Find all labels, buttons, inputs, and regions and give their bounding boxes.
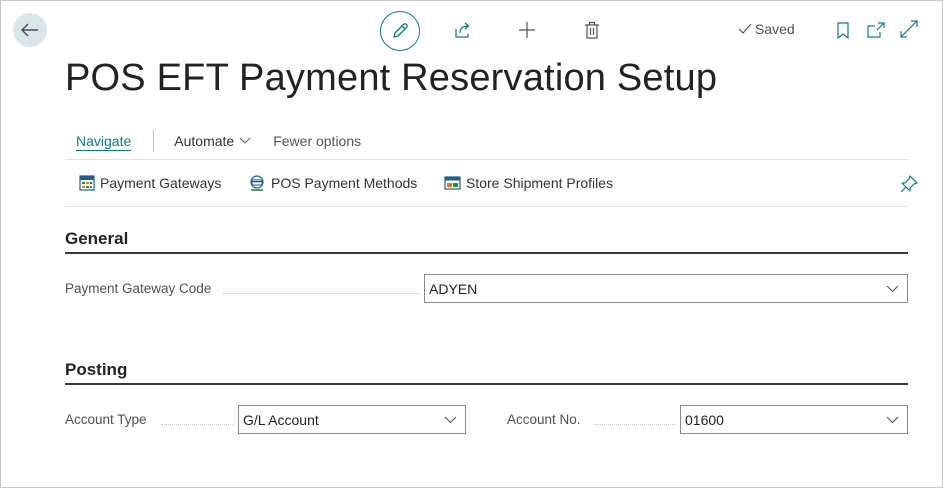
- payment-gateway-code-label: Payment Gateway Code: [65, 281, 212, 296]
- action-label: Store Shipment Profiles: [466, 175, 614, 191]
- page-title: POS EFT Payment Reservation Setup: [65, 57, 718, 99]
- saved-status: Saved: [738, 21, 795, 37]
- bookmark-button[interactable]: [835, 19, 851, 41]
- action-pos-payment-methods[interactable]: POS Payment Methods: [248, 175, 417, 191]
- share-button[interactable]: [451, 18, 475, 42]
- menu-fewer-options[interactable]: Fewer options: [273, 133, 361, 149]
- action-store-shipment-profiles[interactable]: Store Shipment Profiles: [444, 175, 613, 191]
- plus-icon: [519, 22, 535, 38]
- leader-dots: [595, 424, 675, 425]
- menu-navigate[interactable]: Navigate: [76, 133, 131, 149]
- account-no-value: 01600: [685, 411, 724, 428]
- expand-button[interactable]: [899, 19, 919, 39]
- delete-button[interactable]: [581, 18, 603, 42]
- chevron-down-icon: [444, 416, 456, 423]
- chevron-down-icon: [886, 416, 898, 423]
- action-label: POS Payment Methods: [271, 175, 418, 191]
- account-no-select[interactable]: 01600: [680, 405, 908, 434]
- chevron-down-icon: [886, 285, 898, 292]
- payment-gateway-code-value: ADYEN: [429, 280, 478, 297]
- pencil-icon: [393, 23, 408, 38]
- action-label: Payment Gateways: [100, 175, 222, 191]
- menu-divider: [65, 159, 908, 160]
- account-type-value: G/L Account: [243, 411, 319, 428]
- saved-label: Saved: [755, 21, 795, 37]
- section-general-title[interactable]: General: [65, 229, 128, 249]
- back-button[interactable]: [13, 13, 47, 47]
- menu-separator: [153, 130, 155, 152]
- page-frame: Saved POS EFT Payment Reservation Setup …: [0, 0, 943, 488]
- menu-automate-label: Automate: [174, 133, 235, 149]
- chevron-down-icon: [239, 137, 251, 144]
- section-general-line: [65, 252, 908, 254]
- open-new-window-icon: [867, 22, 885, 38]
- checkmark-icon: [738, 23, 752, 34]
- bookmark-icon: [837, 21, 849, 39]
- open-new-window-button[interactable]: [866, 20, 886, 40]
- trash-icon: [585, 21, 599, 39]
- section-posting-line: [65, 383, 908, 385]
- payment-gateway-code-select[interactable]: ADYEN: [424, 274, 908, 303]
- action-menu-bar: Navigate Automate Fewer options: [65, 129, 361, 153]
- menu-automate[interactable]: Automate: [174, 133, 251, 149]
- account-type-label: Account Type: [65, 412, 147, 427]
- account-no-label: Account No.: [507, 412, 581, 427]
- action-payment-gateways[interactable]: Payment Gateways: [79, 175, 221, 191]
- gateway-icon: [79, 175, 95, 191]
- expand-icon: [900, 20, 918, 38]
- leader-dots: [161, 424, 233, 425]
- action-bar-divider: [65, 206, 908, 207]
- pin-action-bar-button[interactable]: [900, 175, 918, 193]
- section-posting-title[interactable]: Posting: [65, 360, 127, 380]
- shipment-icon: [444, 176, 461, 190]
- leader-dots: [223, 293, 419, 294]
- account-type-select[interactable]: G/L Account: [238, 405, 466, 434]
- new-button[interactable]: [515, 18, 539, 42]
- pin-icon: [900, 175, 918, 193]
- arrow-left-icon: [21, 23, 38, 37]
- edit-button[interactable]: [380, 11, 420, 51]
- payment-methods-icon: [250, 175, 264, 191]
- share-icon: [455, 22, 470, 38]
